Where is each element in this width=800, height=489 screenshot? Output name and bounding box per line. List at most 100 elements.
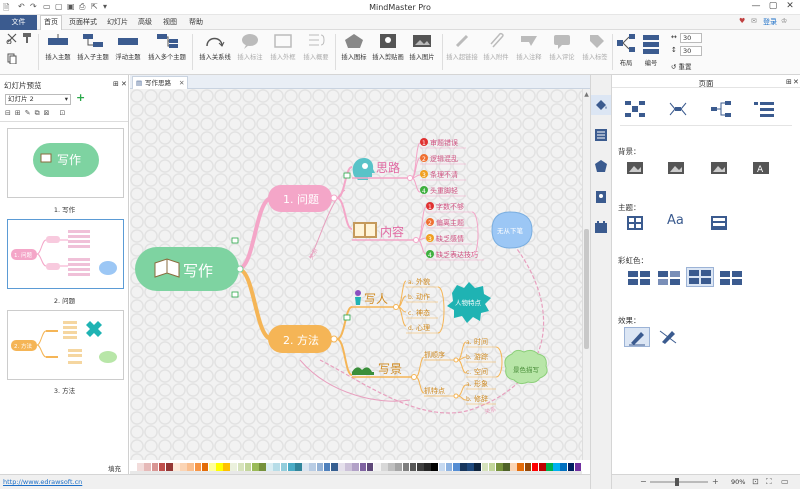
neirong-item-3[interactable]: 3 缺乏感情 — [426, 234, 472, 245]
color-swatch[interactable] — [187, 463, 195, 471]
xiejing-group-2[interactable]: 抓特点 — [424, 386, 454, 397]
slide-tool-4-icon[interactable]: ⧉ — [35, 109, 44, 117]
shadow-effect-icon[interactable] — [656, 327, 682, 347]
vertical-scrollbar[interactable]: ▲ — [582, 89, 590, 460]
insert-topic-button[interactable]: 插入主题 — [40, 32, 76, 61]
neirong-item-1[interactable]: 1 字数不够 — [426, 202, 472, 213]
color-swatch[interactable] — [359, 463, 367, 471]
xiejing-group-1[interactable]: 抓顺序 — [424, 350, 454, 361]
insert-image-button[interactable]: 插入图片 — [405, 32, 439, 61]
topic-format-icon[interactable] — [594, 128, 608, 142]
color-swatch[interactable] — [137, 463, 144, 471]
clipart-panel-icon[interactable] — [594, 190, 608, 204]
note-marker-3[interactable] — [343, 314, 351, 321]
rainbow-option-2[interactable] — [656, 269, 682, 285]
color-swatch[interactable] — [560, 463, 568, 471]
menu-home[interactable]: 首页 — [40, 15, 62, 30]
color-swatch[interactable] — [388, 463, 395, 471]
layout-list-icon[interactable] — [753, 100, 775, 117]
color-swatch[interactable] — [323, 463, 331, 471]
color-swatch[interactable] — [574, 463, 582, 471]
full-screen-icon[interactable]: ⛶ — [766, 477, 772, 487]
collapse-toggle-method[interactable] — [330, 335, 338, 343]
color-swatch[interactable] — [144, 463, 152, 471]
outline-panel-icon[interactable] — [594, 220, 608, 234]
silu-item-4[interactable]: 4 头重脚轻 — [420, 186, 466, 197]
tab-close-icon[interactable]: ✕ — [179, 77, 184, 89]
slide-thumbnail-3[interactable]: 2. 方法 — [7, 310, 124, 380]
skin-icon[interactable]: ♔ — [778, 17, 790, 25]
color-palette[interactable] — [130, 463, 582, 471]
subtopic-xieren-label[interactable]: 写人 — [364, 292, 388, 306]
color-swatch[interactable] — [223, 463, 230, 471]
color-swatch[interactable] — [130, 463, 137, 471]
color-swatch[interactable] — [158, 463, 166, 471]
color-swatch[interactable] — [460, 463, 467, 471]
xiejing-g1-item-1[interactable]: a. 时间 — [466, 337, 496, 348]
subtopic-neirong-label[interactable]: 内容 — [380, 224, 404, 239]
insert-relationship-button[interactable]: 插入关系线 — [196, 32, 234, 61]
mark-panel-icon[interactable] — [594, 159, 608, 173]
watermark-icon[interactable]: A — [752, 160, 774, 176]
color-swatch[interactable] — [330, 463, 338, 471]
color-swatch[interactable] — [345, 463, 352, 471]
color-swatch[interactable] — [259, 463, 266, 471]
panel-close-icon[interactable]: ✕ — [793, 78, 799, 86]
bg-texture-icon[interactable] — [710, 160, 732, 176]
color-swatch[interactable] — [524, 463, 532, 471]
menu-advanced[interactable]: 高级 — [135, 17, 155, 27]
xiejing-g1-item-2[interactable]: b. 游踪 — [466, 352, 496, 363]
color-swatch[interactable] — [230, 463, 238, 471]
collapse-toggle-central[interactable] — [236, 265, 244, 273]
bg-color-icon[interactable] — [626, 160, 648, 176]
floating-topic-button[interactable]: 浮动主题 — [110, 32, 146, 61]
zoom-out-icon[interactable]: − — [640, 477, 647, 486]
theme-icon[interactable] — [626, 215, 648, 231]
menu-help[interactable]: 帮助 — [186, 17, 206, 27]
color-swatch[interactable] — [488, 463, 496, 471]
color-swatch[interactable] — [438, 463, 446, 471]
bg-image-icon[interactable] — [667, 160, 689, 176]
scroll-up-icon[interactable]: ▲ — [583, 91, 590, 98]
xiejing-g2-item-2[interactable]: b. 修辞 — [466, 394, 496, 405]
color-swatch[interactable] — [538, 463, 546, 471]
pin-icon[interactable]: ⊞ — [113, 80, 119, 88]
numbering-button[interactable]: 编号 — [639, 32, 663, 67]
color-swatch[interactable] — [409, 463, 417, 471]
color-swatch[interactable] — [553, 463, 560, 471]
color-swatch[interactable] — [151, 463, 159, 471]
theme-font-icon[interactable]: Aa — [667, 213, 689, 229]
color-swatch[interactable] — [467, 463, 474, 471]
insert-multi-topic-button[interactable]: 插入多个主题 — [145, 32, 189, 61]
color-swatch[interactable] — [567, 463, 575, 471]
callout-wucongxiabi[interactable]: 无从下笔 — [491, 211, 533, 249]
color-swatch[interactable] — [503, 463, 510, 471]
tab-document[interactable]: ▤ 写作思路 ✕ — [132, 76, 188, 89]
panel-close-icon[interactable]: ✕ — [121, 80, 127, 88]
callout-renwutedian[interactable]: 人物特点 — [447, 282, 491, 323]
insert-callout-button[interactable]: 插入标注 — [233, 32, 267, 61]
xieren-item-1[interactable]: a. 外貌 — [406, 277, 438, 288]
slide-thumbnail-1[interactable]: 写作 — [7, 128, 124, 198]
rainbow-option-1[interactable] — [626, 269, 652, 285]
theme-color-icon[interactable] — [710, 215, 732, 231]
color-swatch[interactable] — [287, 463, 295, 471]
page-format-tab[interactable] — [591, 95, 611, 115]
h-spacing-input[interactable]: 30 — [680, 33, 702, 43]
menu-view[interactable]: 视图 — [160, 17, 180, 27]
color-swatch[interactable] — [510, 463, 517, 471]
format-painter-icon[interactable] — [19, 32, 35, 46]
slide-tool-2-icon[interactable]: ⊞ — [15, 109, 25, 117]
insert-attachment-button[interactable]: 插入附件 — [479, 32, 513, 61]
slide-thumbnail-2[interactable]: 1. 问题 — [7, 219, 124, 289]
xieren-item-3[interactable]: c. 神态 — [406, 308, 438, 319]
color-swatch[interactable] — [445, 463, 453, 471]
color-swatch[interactable] — [338, 463, 345, 471]
color-swatch[interactable] — [280, 463, 288, 471]
silu-item-3[interactable]: 3 条理不清 — [420, 170, 466, 181]
slide-tool-3-icon[interactable]: ✎ — [25, 109, 35, 117]
heart-icon[interactable]: ♥ — [736, 17, 748, 25]
menu-page-style[interactable]: 页面样式 — [66, 17, 100, 27]
copy-icon[interactable] — [4, 52, 20, 66]
color-swatch[interactable] — [201, 463, 209, 471]
